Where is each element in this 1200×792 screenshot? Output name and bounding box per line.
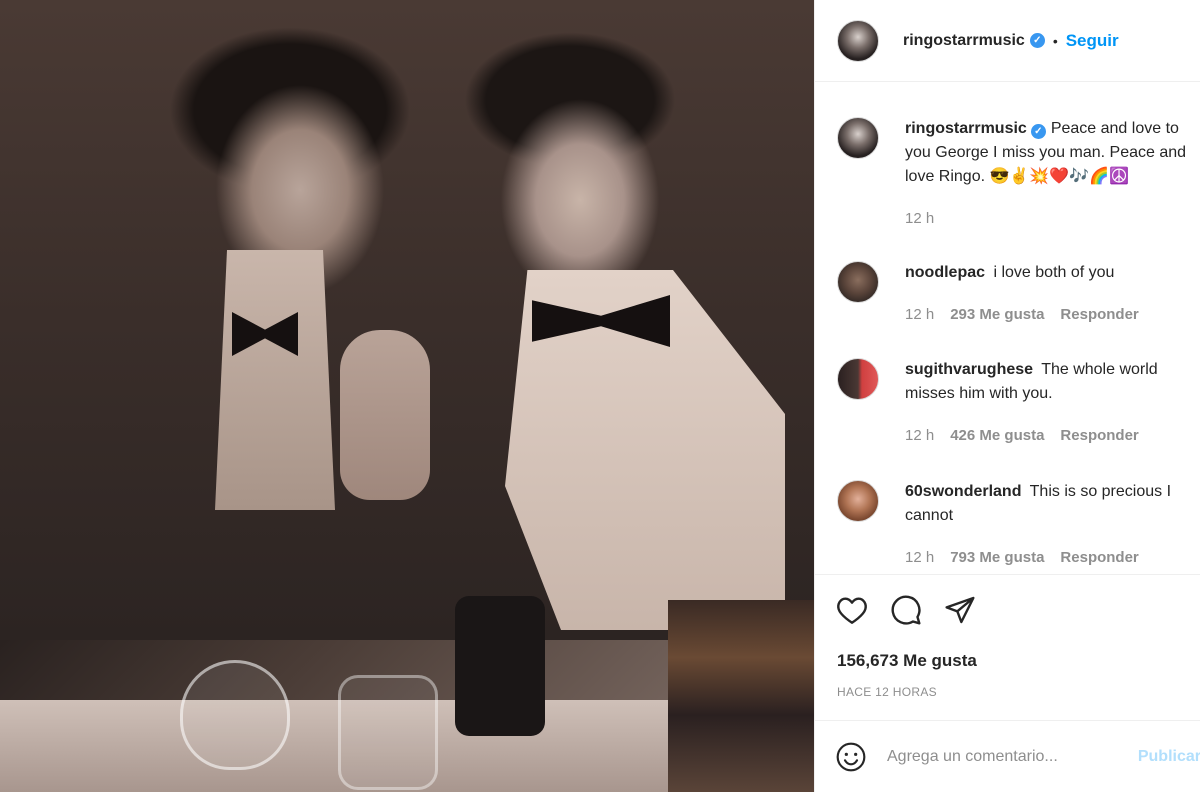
caption: ringostarrmusic ✓ Peace and love to you Ge… bbox=[837, 117, 1200, 231]
comment-text: The whole world bbox=[1041, 361, 1158, 378]
post-photo[interactable] bbox=[0, 0, 814, 792]
photo-phone-reflection bbox=[455, 596, 545, 736]
caption-avatar[interactable] bbox=[837, 117, 879, 159]
comment-username[interactable]: sugithvarughese bbox=[905, 361, 1033, 378]
caption-time[interactable]: 12 h bbox=[905, 207, 934, 231]
caption-text: Peace and love to bbox=[1050, 120, 1179, 137]
comment-text-line-2: cannot bbox=[905, 507, 954, 524]
comment-text-line-2: misses him with you. bbox=[905, 385, 1053, 402]
comment-time[interactable]: 12 h bbox=[905, 424, 934, 448]
comment-text: This is so precious I bbox=[1029, 483, 1172, 500]
comment-icon[interactable] bbox=[889, 593, 923, 627]
comment-item: 60swonderland This is so precious I cann… bbox=[837, 480, 1200, 570]
reply-button[interactable]: Responder bbox=[1060, 303, 1138, 327]
comment-time[interactable]: 12 h bbox=[905, 303, 934, 327]
commenter-avatar[interactable] bbox=[837, 480, 879, 522]
photo-shirt-left bbox=[215, 250, 335, 510]
heart-icon[interactable] bbox=[835, 593, 869, 627]
comment-likes[interactable]: 426 Me gusta bbox=[950, 424, 1044, 448]
caption-username[interactable]: ringostarrmusic bbox=[905, 120, 1027, 137]
comment-meta: 12 h 293 Me gusta Responder bbox=[905, 303, 1200, 327]
commenter-avatar[interactable] bbox=[837, 261, 879, 303]
share-icon[interactable] bbox=[943, 593, 977, 627]
comment-body: 60swonderland This is so precious I cann… bbox=[905, 480, 1200, 570]
likes-count[interactable]: 156,673 Me gusta bbox=[837, 651, 977, 671]
comments-list[interactable]: ringostarrmusic ✓ Peace and love to you Ge… bbox=[815, 83, 1200, 573]
comment-body: sugithvarughese The whole world misses h… bbox=[905, 358, 1200, 448]
post-header: ringostarrmusic ✓ • Seguir bbox=[815, 0, 1200, 82]
photo-glass bbox=[180, 660, 290, 770]
comment-username[interactable]: 60swonderland bbox=[905, 483, 1021, 500]
photo-pitcher bbox=[338, 675, 438, 790]
comment-likes[interactable]: 293 Me gusta bbox=[950, 303, 1044, 327]
post-timestamp[interactable]: HACE 12 HORAS bbox=[837, 685, 937, 699]
caption-body: ringostarrmusic ✓ Peace and love to you Ge… bbox=[905, 117, 1200, 231]
comment-item: noodlepac i love both of you 12 h 293 Me… bbox=[837, 261, 1200, 327]
comment-input[interactable] bbox=[887, 747, 1124, 766]
photo-thumb bbox=[340, 330, 430, 500]
comment-meta: 12 h 793 Me gusta Responder bbox=[905, 546, 1200, 570]
caption-line-3: love Ringo. 😎✌️💥❤️🎶🌈☮️ bbox=[905, 168, 1129, 185]
emoji-icon[interactable] bbox=[835, 740, 867, 774]
verified-badge-icon: ✓ bbox=[1030, 124, 1046, 139]
comment-body: noodlepac i love both of you 12 h 293 Me… bbox=[905, 261, 1200, 327]
post-actions bbox=[835, 593, 977, 627]
comment-meta: 12 h 426 Me gusta Responder bbox=[905, 424, 1200, 448]
comment-text: i love both of you bbox=[993, 264, 1115, 281]
reply-button[interactable]: Responder bbox=[1060, 424, 1138, 448]
author-avatar[interactable] bbox=[837, 19, 879, 62]
post-actions-section: 156,673 Me gusta HACE 12 HORAS bbox=[815, 574, 1200, 720]
caption-line-2: you George I miss you man. Peace and bbox=[905, 144, 1187, 161]
photo-shelf bbox=[668, 600, 814, 792]
comment-username[interactable]: noodlepac bbox=[905, 264, 985, 281]
comment-item: sugithvarughese The whole world misses h… bbox=[837, 358, 1200, 448]
header-separator: • bbox=[1052, 32, 1058, 49]
commenter-avatar[interactable] bbox=[837, 358, 879, 400]
author-username[interactable]: ringostarrmusic bbox=[903, 32, 1025, 50]
post-side-panel: ringostarrmusic ✓ • Seguir ringostarrmus… bbox=[814, 0, 1200, 792]
comment-time[interactable]: 12 h bbox=[905, 546, 934, 570]
caption-meta: 12 h bbox=[905, 207, 1200, 231]
publish-button[interactable]: Publicar bbox=[1138, 748, 1200, 766]
comment-likes[interactable]: 793 Me gusta bbox=[950, 546, 1044, 570]
follow-button[interactable]: Seguir bbox=[1066, 31, 1119, 51]
verified-badge-icon: ✓ bbox=[1029, 33, 1045, 48]
caption-line-1: ringostarrmusic ✓ Peace and love to bbox=[905, 117, 1200, 141]
reply-button[interactable]: Responder bbox=[1060, 546, 1138, 570]
add-comment-bar: Publicar bbox=[815, 720, 1200, 792]
